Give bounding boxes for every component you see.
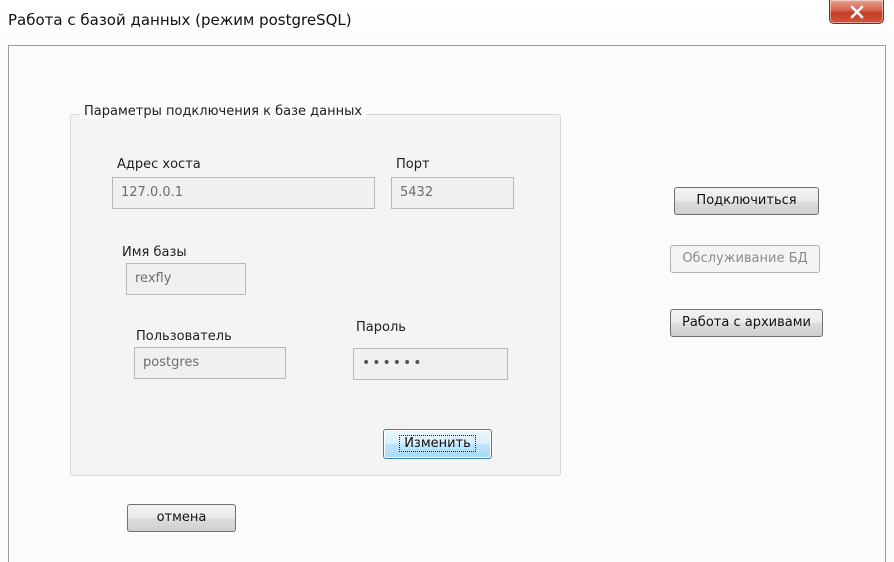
user-input[interactable]: postgres: [134, 347, 286, 379]
password-label: Пароль: [356, 320, 406, 335]
dbname-input[interactable]: rexfly: [126, 263, 246, 295]
cancel-button[interactable]: отмена: [127, 504, 236, 532]
archives-button[interactable]: Работа с архивами: [670, 309, 823, 337]
password-input[interactable]: ••••••: [353, 348, 508, 380]
host-input[interactable]: 127.0.0.1: [112, 177, 375, 209]
user-label: Пользователь: [136, 329, 232, 344]
host-label: Адрес хоста: [117, 157, 201, 172]
close-button[interactable]: [829, 0, 884, 24]
connect-button[interactable]: Подключиться: [674, 187, 819, 215]
title-bar[interactable]: Работа с базой данных (режим postgreSQL): [0, 0, 894, 45]
change-button[interactable]: Изменить: [383, 429, 492, 459]
change-button-label: Изменить: [399, 435, 476, 452]
window-title: Работа с базой данных (режим postgreSQL): [8, 11, 352, 29]
group-legend: Параметры подключения к базе данных: [80, 104, 367, 119]
port-input[interactable]: 5432: [391, 177, 514, 209]
port-label: Порт: [396, 157, 430, 172]
db-maintenance-button[interactable]: Обслуживание БД: [670, 245, 820, 273]
dialog-window: Работа с базой данных (режим postgreSQL)…: [0, 0, 894, 562]
dbname-label: Имя базы: [122, 245, 187, 260]
close-icon: [850, 5, 864, 19]
